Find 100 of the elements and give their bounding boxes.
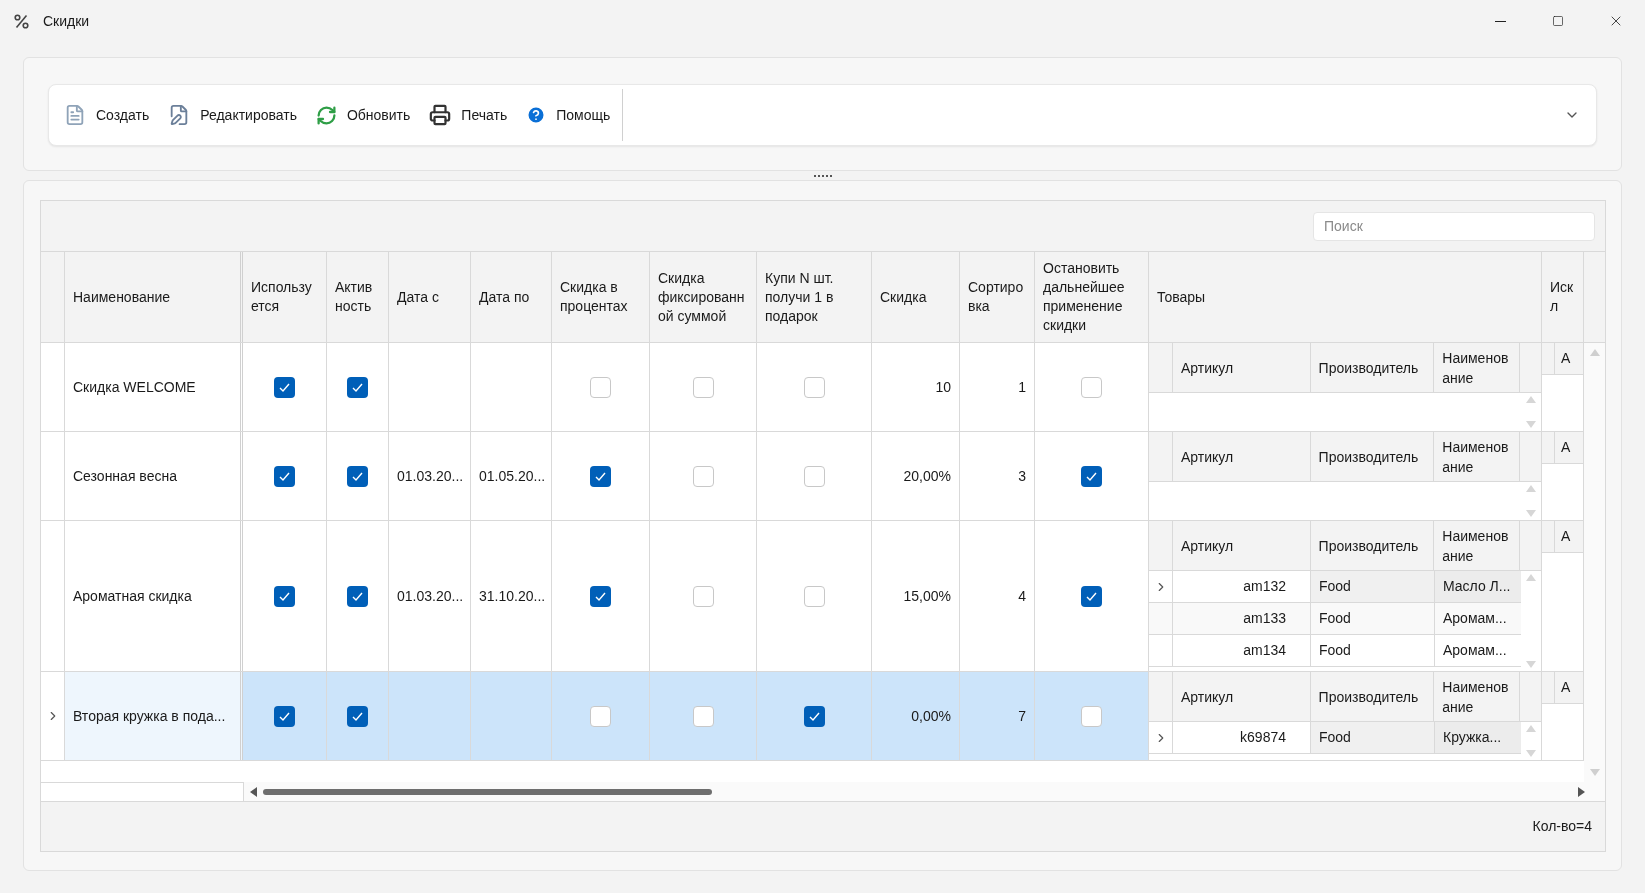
nested-header-cell: [1520, 432, 1541, 481]
maximize-icon: [1552, 15, 1564, 27]
document-icon: [64, 104, 86, 126]
table-row[interactable]: Сезонная весна 01.03.20... 01.05.20... 20,00% 3 Артикул Производитель Наименование А: [41, 432, 1584, 521]
checkbox[interactable]: [692, 465, 714, 487]
nested-row[interactable]: k69874 Food Кружка...: [1149, 722, 1521, 754]
table-row[interactable]: Вторая кружка в пода... 0,00% 7 Артикул Производитель Наименование k69874 Food Кружка... А: [41, 672, 1584, 761]
toolbar-button[interactable]: Создать: [61, 95, 153, 135]
minimize-icon: [1494, 20, 1506, 22]
table-cell-text: Аромам...: [1442, 641, 1508, 660]
horizontal-scrollbar[interactable]: [244, 782, 1605, 801]
checkbox[interactable]: [590, 465, 611, 487]
table-row[interactable]: Скидка WELCOME 10 1 Артикул Производитель Наименование А: [41, 343, 1584, 432]
printer-icon: [429, 104, 452, 126]
column-header[interactable]: Товары: [1149, 252, 1542, 342]
checkbox[interactable]: [274, 585, 295, 607]
table-cell: Food: [1311, 603, 1435, 634]
percent-icon: [13, 13, 29, 29]
checkbox[interactable]: [347, 705, 368, 727]
checkbox[interactable]: [1081, 465, 1102, 487]
column-header[interactable]: Используется: [243, 252, 327, 342]
nested-header-cell: [1520, 672, 1541, 721]
toolbar-button[interactable]: Редактировать: [165, 95, 300, 135]
column-header[interactable]: Сортировка: [960, 252, 1035, 342]
table-cell: 20,00%: [872, 432, 960, 520]
column-header[interactable]: Скидка в процентах: [552, 252, 650, 342]
scroll-left-icon[interactable]: [250, 786, 257, 797]
checkbox[interactable]: [590, 705, 611, 727]
checkbox[interactable]: [347, 585, 368, 607]
column-header[interactable]: Дата с: [389, 252, 471, 342]
scroll-up-icon[interactable]: [1525, 396, 1536, 403]
nested-column-header[interactable]: Производитель: [1310, 432, 1435, 481]
column-header[interactable]: Остановить дальнейшее применение скидки: [1035, 252, 1149, 342]
splitter-grip-icon[interactable]: [813, 174, 832, 177]
checkbox[interactable]: [590, 585, 611, 607]
nested-column-header[interactable]: Артикул: [1172, 343, 1311, 392]
checkbox[interactable]: [1081, 705, 1102, 727]
table-cell: 1: [960, 343, 1035, 431]
table-cell: 0,00%: [872, 672, 960, 760]
checkbox[interactable]: [803, 705, 825, 727]
nested-row[interactable]: am133 Food Аромам...: [1149, 603, 1521, 635]
toolbar-button[interactable]: Печать: [426, 95, 511, 135]
nested-column-header[interactable]: Наименование: [1434, 343, 1521, 392]
nested-row[interactable]: am132 Food Масло Л...: [1149, 571, 1521, 603]
table-cell: am134: [1173, 635, 1311, 666]
checkbox[interactable]: [803, 465, 825, 487]
nested-column-header[interactable]: Производитель: [1310, 672, 1435, 721]
nested-column-header[interactable]: Артикул: [1172, 432, 1311, 481]
scroll-right-icon[interactable]: [1578, 786, 1585, 797]
scroll-up-icon[interactable]: [1589, 349, 1600, 356]
column-header[interactable]: Искл: [1542, 252, 1584, 342]
checkbox[interactable]: [692, 705, 714, 727]
nested-header-cell: [1149, 672, 1173, 721]
nested-column-header[interactable]: Наименование: [1434, 432, 1521, 481]
checkbox[interactable]: [692, 585, 714, 607]
table-cell: Масло Л...: [1435, 571, 1521, 602]
checkbox[interactable]: [1081, 376, 1102, 398]
nested-header-cell: [1520, 521, 1541, 570]
toolbar-button[interactable]: Обновить: [312, 95, 414, 135]
nested-header-cell: [1149, 521, 1173, 570]
table-cell: 3: [960, 432, 1035, 520]
checkbox[interactable]: [1081, 585, 1102, 607]
checkbox[interactable]: [590, 376, 611, 398]
toolbar-button[interactable]: Помощь: [523, 95, 614, 135]
nested-column-header[interactable]: Артикул: [1172, 672, 1311, 721]
table-cell: am133: [1173, 603, 1311, 634]
nested-column-header[interactable]: Артикул: [1172, 521, 1311, 570]
checkbox[interactable]: [692, 376, 714, 398]
table-cell: 01.03.20...: [389, 432, 471, 520]
window-title: Скидки: [43, 11, 90, 31]
table-cell-text: Аромам...: [1442, 609, 1508, 628]
column-header[interactable]: Активность: [327, 252, 389, 342]
checkbox[interactable]: [274, 465, 295, 487]
column-header[interactable]: Дата по: [471, 252, 552, 342]
nested-column-header[interactable]: Производитель: [1310, 521, 1435, 570]
column-header[interactable]: Скидка фиксированной суммой: [650, 252, 757, 342]
refresh-icon: [315, 104, 337, 126]
scroll-up-icon[interactable]: [1525, 485, 1536, 492]
vertical-scrollbar[interactable]: [1584, 343, 1605, 782]
table-cell: 4: [960, 521, 1035, 671]
nested-column-header[interactable]: Наименование: [1434, 672, 1521, 721]
nested-column-header[interactable]: Наименование: [1434, 521, 1521, 570]
table-cell: Food: [1311, 722, 1435, 753]
column-header[interactable]: Скидка: [872, 252, 960, 342]
table-row[interactable]: Ароматная скидка 01.03.20... 31.10.20... 15,00% 4 Артикул Производитель Наименование am132 Food Масло Л... am133 Food Аромам... am134 Food Аромам... А: [41, 521, 1584, 672]
nested-column-header[interactable]: Производитель: [1310, 343, 1435, 392]
nested-row[interactable]: am134 Food Аромам...: [1149, 635, 1521, 667]
table-cell: 01.03.20...: [389, 521, 471, 671]
nested-header-cell: [1149, 432, 1173, 481]
checkbox[interactable]: [347, 465, 368, 487]
table-cell: 31.10.20...: [471, 521, 552, 671]
checkbox[interactable]: [803, 376, 825, 398]
scrollbar-thumb[interactable]: [263, 788, 712, 795]
column-header[interactable]: Купи N шт. получи 1 в подарок: [757, 252, 872, 342]
checkbox[interactable]: [274, 376, 295, 398]
checkbox[interactable]: [803, 585, 825, 607]
checkbox[interactable]: [274, 705, 295, 727]
checkbox[interactable]: [347, 376, 368, 398]
table-cell: 15,00%: [872, 521, 960, 671]
search-field[interactable]: Поиск: [1313, 211, 1595, 241]
